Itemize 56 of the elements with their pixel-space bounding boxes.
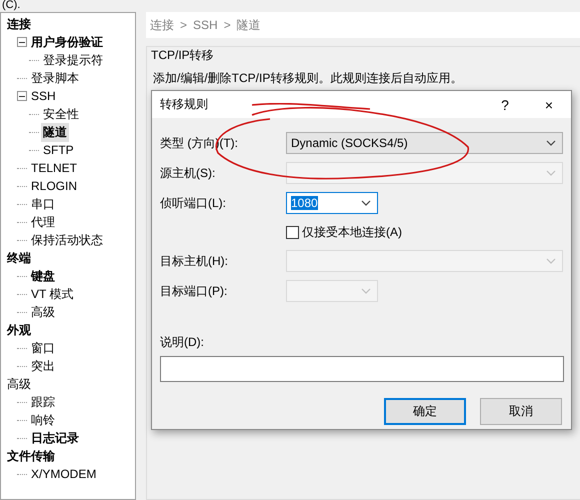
breadcrumb-item: 连接 xyxy=(150,16,174,34)
field-label: 说明(D): xyxy=(160,334,205,351)
tree-item[interactable]: 窗口 xyxy=(29,338,57,358)
dropdown-caret-icon xyxy=(546,140,556,146)
description-text: 添加/编辑/删除TCP/IP转移规则。此规则连接后自动应用。 xyxy=(153,70,464,87)
tree-item[interactable]: SSH xyxy=(29,88,58,104)
tree-item[interactable]: 保持活动状态 xyxy=(29,230,105,250)
breadcrumb-item: 隧道 xyxy=(236,16,261,34)
dropdown-caret-icon xyxy=(361,288,371,294)
tree-item[interactable]: 突出 xyxy=(29,356,57,376)
description-input-field[interactable] xyxy=(160,356,564,382)
breadcrumb-separator: > xyxy=(224,18,231,32)
close-button[interactable]: × xyxy=(527,96,571,112)
help-button[interactable]: ? xyxy=(483,96,527,112)
dropdown-caret-icon xyxy=(361,200,371,206)
tree-item[interactable]: 高级 xyxy=(29,302,57,322)
tree-item[interactable]: 响铃 xyxy=(29,410,57,430)
tree-item[interactable]: 终端 xyxy=(5,248,33,268)
dropdown-caret-icon xyxy=(546,258,556,264)
dropdown-field[interactable]: Dynamic (SOCKS4/5) xyxy=(286,132,563,154)
tree-item[interactable]: TELNET xyxy=(29,160,80,176)
tree-item[interactable]: RLOGIN xyxy=(29,178,80,194)
field-label: 源主机(S): xyxy=(160,164,216,182)
header-text: (C). xyxy=(2,0,20,11)
tree-item[interactable]: 用户身份验证 xyxy=(29,32,105,52)
collapse-icon[interactable] xyxy=(17,37,27,47)
tree-item[interactable]: SFTP xyxy=(41,142,76,158)
dialog-button[interactable]: 取消 xyxy=(480,398,562,425)
tree-item[interactable]: VT 模式 xyxy=(29,284,76,304)
dropdown-caret-icon xyxy=(546,170,556,176)
tree-item[interactable]: X/YMODEM xyxy=(29,466,98,482)
tree-item[interactable]: 高级 xyxy=(5,374,33,394)
collapse-icon[interactable] xyxy=(17,91,27,101)
checkbox-label: 仅接受本地连接(A) xyxy=(302,224,402,240)
dialog-title: 转移规则 xyxy=(160,96,209,113)
field-label: 目标端口(P): xyxy=(160,282,228,300)
field-label: 目标主机(H): xyxy=(160,252,229,270)
tree-item[interactable]: 连接 xyxy=(5,14,33,34)
tree-item[interactable]: 日志记录 xyxy=(29,428,81,448)
group-title: TCP/IP转移 xyxy=(151,47,215,64)
tree-item[interactable]: 键盘 xyxy=(29,266,57,286)
tree-item[interactable]: 登录脚本 xyxy=(29,68,81,88)
breadcrumb-separator: > xyxy=(180,18,188,32)
dialog-button[interactable]: 确定 xyxy=(384,398,466,425)
tree-item[interactable]: 安全性 xyxy=(41,104,81,124)
field-label: 侦听端口(L): xyxy=(160,194,227,212)
checkbox[interactable] xyxy=(286,226,299,238)
tree-item[interactable]: 登录提示符 xyxy=(41,50,105,70)
tree-item[interactable]: 代理 xyxy=(29,212,57,232)
tree-item[interactable]: 跟踪 xyxy=(29,392,57,412)
tree-item[interactable]: 文件传输 xyxy=(5,446,57,466)
tree-item[interactable]: 外观 xyxy=(5,320,33,340)
breadcrumb-item: SSH xyxy=(193,18,218,32)
dropdown-field[interactable]: 1080 xyxy=(286,192,378,214)
tree-item[interactable]: 隧道 xyxy=(41,122,69,142)
tree-item[interactable]: 串口 xyxy=(29,194,57,214)
